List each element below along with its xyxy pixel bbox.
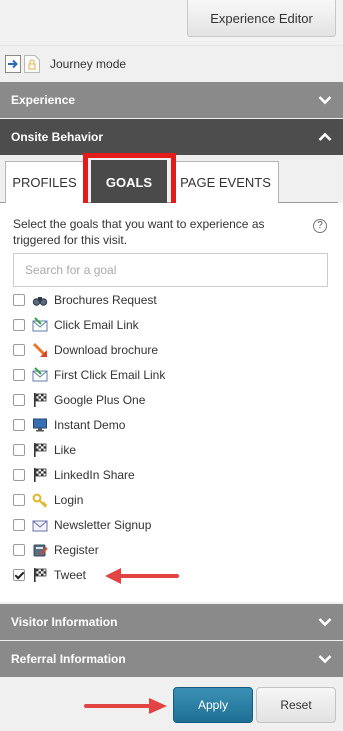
- goal-search-input[interactable]: [13, 253, 328, 287]
- download-icon: [32, 342, 48, 358]
- goal-checkbox[interactable]: [13, 469, 25, 481]
- goal-label: Tweet: [54, 568, 87, 582]
- annotation-highlight-box: [83, 153, 176, 210]
- annotation-arrow-apply: [84, 698, 167, 714]
- goal-label: Newsletter Signup: [54, 518, 152, 532]
- goal-label: LinkedIn Share: [54, 468, 135, 482]
- goal-checkbox[interactable]: [13, 519, 25, 531]
- chevron-down-icon: [318, 96, 332, 105]
- reset-button[interactable]: Reset: [256, 687, 336, 723]
- section-referral-information[interactable]: Referral Information: [0, 641, 343, 677]
- goal-checkbox[interactable]: [13, 494, 25, 506]
- tab-page-events[interactable]: PAGE EVENTS: [172, 161, 279, 203]
- goal-row[interactable]: Google Plus One: [13, 390, 313, 410]
- goal-checkbox[interactable]: [13, 419, 25, 431]
- goal-checkbox[interactable]: [13, 294, 25, 306]
- goal-checkbox[interactable]: [13, 369, 25, 381]
- question-circle-icon[interactable]: ?: [313, 219, 327, 233]
- goal-label: Google Plus One: [54, 393, 146, 407]
- goal-row[interactable]: Register: [13, 540, 313, 560]
- journey-arrow-icon[interactable]: [5, 54, 21, 73]
- goal-label: Login: [54, 493, 84, 507]
- goal-label: Register: [54, 543, 99, 557]
- flag-icon: [34, 468, 47, 482]
- journey-lock-icon[interactable]: [24, 54, 40, 73]
- goal-row[interactable]: LinkedIn Share: [13, 465, 313, 485]
- goal-row[interactable]: Download brochure: [13, 340, 313, 360]
- email-link-icon: [32, 317, 48, 332]
- chevron-down-icon: [318, 618, 332, 627]
- register-icon: [33, 544, 48, 557]
- goal-row[interactable]: Brochures Request: [13, 290, 313, 310]
- goal-label: Instant Demo: [54, 418, 126, 432]
- tab-profiles[interactable]: PROFILES: [5, 161, 84, 203]
- top-toolbar: Experience Editor: [0, 0, 343, 45]
- section-experience[interactable]: Experience: [0, 82, 343, 118]
- section-visitor-information[interactable]: Visitor Information: [0, 604, 343, 640]
- goal-row[interactable]: Login: [13, 490, 313, 510]
- goal-label: First Click Email Link: [54, 368, 166, 382]
- goal-checkbox[interactable]: [13, 344, 25, 356]
- goals-instruction: Select the goals that you want to experi…: [13, 217, 265, 247]
- monitor-icon: [33, 418, 47, 432]
- chevron-down-icon: [318, 655, 332, 664]
- goal-checkbox[interactable]: [13, 569, 25, 581]
- experience-editor-button[interactable]: Experience Editor: [187, 0, 336, 37]
- email-link-icon: [32, 367, 48, 382]
- goal-label: Download brochure: [54, 343, 159, 357]
- chevron-up-icon: [318, 132, 332, 141]
- section-onsite-behavior[interactable]: Onsite Behavior: [0, 119, 343, 155]
- apply-button[interactable]: Apply: [173, 687, 253, 723]
- goal-row[interactable]: Like: [13, 440, 313, 460]
- section-visitor-information-label: Visitor Information: [11, 615, 118, 629]
- goal-label: Like: [54, 443, 77, 457]
- flag-icon: [34, 393, 47, 407]
- key-icon: [32, 493, 48, 508]
- section-experience-label: Experience: [11, 93, 76, 107]
- goal-checkbox[interactable]: [13, 544, 25, 556]
- goal-checkbox[interactable]: [13, 394, 25, 406]
- goal-row[interactable]: Instant Demo: [13, 415, 313, 435]
- journey-mode-label: Journey mode: [50, 56, 127, 71]
- goal-row[interactable]: Newsletter Signup: [13, 515, 313, 535]
- annotation-arrow-tweet: [105, 568, 179, 584]
- goal-label: Click Email Link: [54, 318, 139, 332]
- section-onsite-behavior-label: Onsite Behavior: [11, 130, 104, 144]
- goal-label: Brochures Request: [54, 293, 157, 307]
- goal-checkbox[interactable]: [13, 319, 25, 331]
- journey-mode-row: Journey mode: [0, 45, 343, 81]
- flag-icon: [34, 568, 47, 582]
- envelope-icon: [32, 520, 48, 532]
- goal-checkbox[interactable]: [13, 444, 25, 456]
- binoculars-icon: [32, 297, 48, 306]
- goal-row[interactable]: First Click Email Link: [13, 365, 313, 385]
- section-referral-information-label: Referral Information: [11, 652, 126, 666]
- goal-row[interactable]: Click Email Link: [13, 315, 313, 335]
- flag-icon: [34, 443, 47, 457]
